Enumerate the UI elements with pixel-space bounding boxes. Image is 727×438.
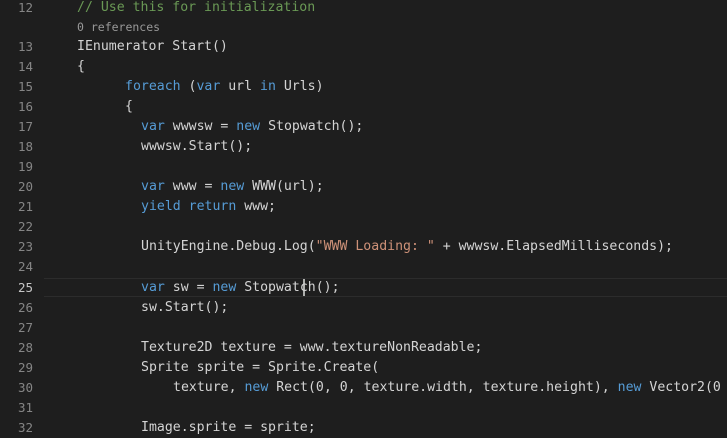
line-number: 24 (17, 259, 33, 274)
line-number: 20 (17, 179, 33, 194)
code-token: Rect(0, 0, texture.width, texture.height… (268, 380, 618, 395)
code-line[interactable]: 24 (0, 257, 727, 277)
line-number: 28 (17, 340, 33, 355)
code-line[interactable]: 27 (0, 318, 727, 338)
line-number: 32 (17, 420, 33, 435)
code-line[interactable]: 16 { (0, 97, 727, 117)
keyword-token: foreach (125, 79, 181, 94)
code-text: var www = new WWW(url); (141, 177, 324, 197)
keyword-token: return (188, 199, 237, 214)
code-line[interactable]: 20 var www = new WWW(url); (0, 177, 727, 197)
code-token: Stopwatch(); (236, 280, 340, 295)
keyword-token: var (141, 119, 165, 134)
code-token: { (125, 99, 133, 114)
code-token: sw = (164, 280, 213, 295)
line-number: 15 (17, 79, 33, 94)
comment-token: // Use this for initialization (77, 0, 316, 15)
line-number: 12 (17, 0, 33, 15)
code-line[interactable]: 12 // Use this for initialization (0, 0, 727, 18)
keyword-token: new (236, 119, 261, 134)
code-token: WWW(url); (244, 179, 324, 194)
line-number: 30 (17, 380, 33, 395)
code-token: Urls) (275, 79, 324, 94)
code-text: sw.Start(); (141, 298, 228, 318)
code-line[interactable]: 30 texture, new Rect(0, 0, texture.width,… (0, 378, 727, 398)
code-line[interactable]: 26 sw.Start(); (0, 298, 727, 318)
keyword-token: in (260, 79, 276, 94)
code-text: IEnumerator Start() (77, 37, 228, 57)
code-token: Sprite sprite = Sprite.Create( (141, 360, 380, 375)
code-editor[interactable]: 12 // Use this for initialization 13 IEnume… (0, 0, 727, 435)
code-line[interactable]: 32 Image.sprite = sprite; (0, 418, 727, 438)
keyword-token: var (196, 79, 221, 94)
code-token: www = (164, 179, 221, 194)
line-number: 22 (17, 219, 33, 234)
code-line[interactable]: 13 IEnumerator Start() (0, 37, 727, 57)
code-token: www; (236, 199, 276, 214)
line-number: 31 (17, 400, 33, 415)
code-token: + wwwsw.ElapsedMilliseconds); (434, 239, 673, 254)
code-line[interactable]: 23 UnityEngine.Debug.Log("WWW Loading: " … (0, 237, 727, 257)
code-text: Sprite sprite = Sprite.Create( (141, 358, 379, 378)
line-number: 23 (17, 239, 33, 254)
code-line[interactable]: 28 Texture2D texture = www.textureNonRead… (0, 338, 727, 358)
code-line[interactable]: 29 Sprite sprite = Sprite.Create( (0, 358, 727, 378)
keyword-token: new (212, 280, 237, 295)
line-number: 26 (17, 300, 33, 315)
code-text: wwwsw.Start(); (141, 137, 252, 157)
code-token: Texture2D texture = www.textureNonReadab… (141, 340, 483, 355)
code-line[interactable]: 31 (0, 398, 727, 418)
line-number: 27 (17, 320, 33, 335)
code-line[interactable]: 15 foreach (var url in Urls) (0, 77, 727, 97)
code-token: UnityEngine.Debug.Log( (141, 239, 316, 254)
code-token: wwwsw = (164, 119, 237, 134)
string-token: "WWW Loading: " (315, 239, 435, 254)
code-token: Vector2(0 (641, 380, 721, 395)
line-number: 13 (17, 39, 33, 54)
code-line[interactable]: 25 var sw = new Stopwatch(); (0, 278, 727, 298)
code-text: UnityEngine.Debug.Log("WWW Loading: " + … (141, 237, 673, 257)
code-text: var sw = new Stopwatch(); (141, 278, 340, 298)
code-text: foreach (var url in Urls) (125, 77, 324, 97)
code-line[interactable]: 14 { (0, 57, 727, 77)
code-line[interactable]: 18 wwwsw.Start(); (0, 137, 727, 157)
keyword-token: var (141, 179, 165, 194)
code-text: yield return www; (141, 197, 276, 217)
code-text: Image.sprite = sprite; (141, 418, 316, 438)
code-token: sw.Start(); (141, 300, 229, 315)
code-line[interactable]: 21 yield return www; (0, 197, 727, 217)
code-token: url (220, 79, 260, 94)
code-token: texture, (173, 380, 245, 395)
code-line[interactable]: 22 (0, 217, 727, 237)
keyword-token: var (141, 280, 165, 295)
line-number: 18 (17, 139, 33, 154)
line-number: 21 (17, 199, 33, 214)
keyword-token: new (220, 179, 245, 194)
line-number: 16 (17, 99, 33, 114)
line-number: 25 (17, 280, 33, 295)
code-line[interactable]: 19 (0, 157, 727, 177)
code-text: var wwwsw = new Stopwatch(); (141, 117, 363, 137)
code-token: wwwsw.Start(); (141, 139, 253, 154)
line-number: 29 (17, 360, 33, 375)
code-text: texture, new Rect(0, 0, texture.width, t… (173, 378, 721, 398)
keyword-token: new (244, 380, 269, 395)
keyword-token: new (617, 380, 642, 395)
code-token: Stopwatch(); (260, 119, 364, 134)
code-token: ( (180, 79, 197, 94)
code-text: { (77, 57, 85, 77)
code-line[interactable]: 17 var wwwsw = new Stopwatch(); (0, 117, 727, 137)
line-number: 17 (17, 119, 33, 134)
code-text: Texture2D texture = www.textureNonReadab… (141, 338, 482, 358)
keyword-token: yield (141, 199, 181, 214)
code-token: IEnumerator Start() (77, 39, 228, 54)
codelens-references[interactable]: 0 references (77, 17, 160, 37)
line-number: 14 (17, 59, 33, 74)
code-text: // Use this for initialization (77, 0, 315, 18)
line-number: 19 (17, 159, 33, 174)
code-text: { (125, 97, 133, 117)
code-token: { (77, 59, 85, 74)
